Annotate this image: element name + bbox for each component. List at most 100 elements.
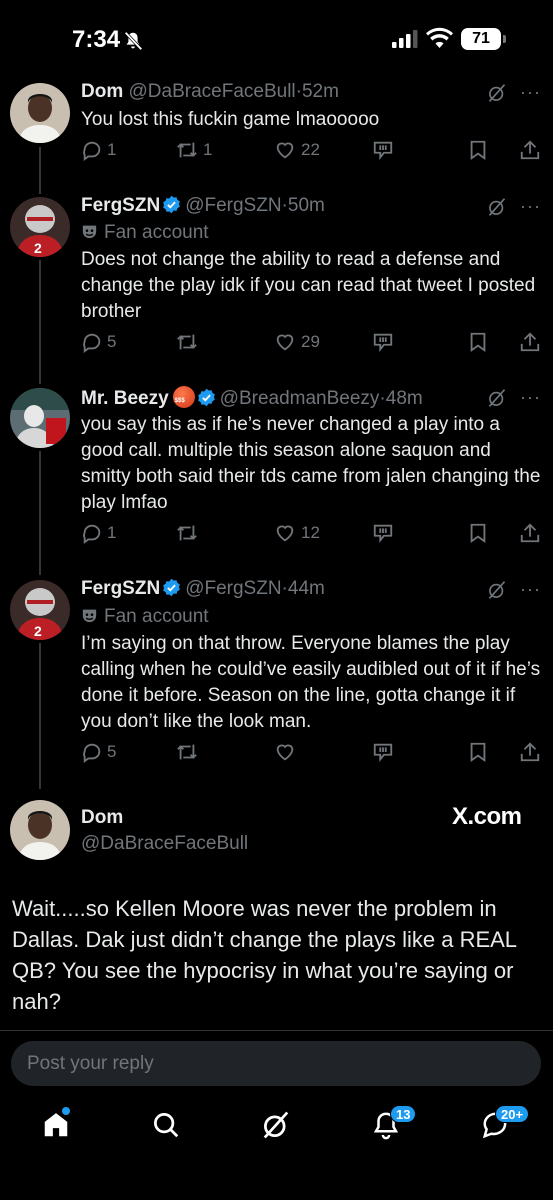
reply-icon	[83, 524, 101, 544]
grok-actions-button[interactable]	[371, 522, 395, 544]
nav-home[interactable]	[41, 1110, 73, 1142]
tweet-text: you say this as if he’s never changed a …	[81, 414, 541, 513]
grok-actions-button[interactable]	[371, 331, 395, 353]
emoji-badge-icon	[172, 386, 195, 408]
thread-line	[39, 451, 41, 575]
avatar[interactable]: 2	[10, 580, 70, 640]
bookmark-button[interactable]	[467, 331, 489, 353]
bookmark-button[interactable]	[467, 741, 489, 763]
reply-button[interactable]: 5	[81, 331, 116, 353]
fan-account-label: Fan account	[81, 606, 209, 628]
reply-icon	[83, 743, 101, 763]
avatar[interactable]: 2	[10, 197, 70, 257]
more-icon[interactable]: ···	[520, 196, 541, 217]
divider	[0, 1030, 553, 1031]
more-icon[interactable]: ···	[520, 579, 541, 600]
bookmark-icon	[470, 742, 486, 763]
tweet-text: Does not change the ability to read a de…	[81, 249, 536, 322]
repost-icon	[177, 142, 197, 158]
share-button[interactable]	[519, 331, 541, 353]
grok-icon[interactable]	[487, 197, 507, 217]
like-button[interactable]	[273, 741, 301, 763]
fan-account-text: Fan account	[104, 222, 209, 243]
more-icon[interactable]: ···	[520, 387, 541, 408]
repost-button[interactable]	[175, 741, 203, 763]
grok-icon[interactable]	[487, 580, 507, 600]
battery-icon: 71	[461, 28, 501, 50]
grok-icon[interactable]	[487, 83, 507, 103]
status-time: 7:34	[72, 26, 121, 53]
repost-count: 1	[203, 140, 213, 159]
grok-actions-button[interactable]	[371, 741, 395, 763]
share-icon	[520, 523, 540, 543]
tweet-time: 50m	[287, 195, 325, 216]
like-button[interactable]: 22	[273, 139, 320, 161]
reply-button[interactable]: 1	[81, 139, 116, 161]
reply-input[interactable]: Post your reply	[11, 1041, 541, 1086]
svg-text:2: 2	[34, 623, 42, 639]
reply-button[interactable]: 1	[81, 522, 116, 544]
main-author-handle[interactable]: @DaBraceFaceBull	[81, 833, 248, 855]
reply-count: 5	[107, 742, 117, 761]
share-icon	[520, 332, 540, 352]
repost-button[interactable]	[175, 522, 203, 544]
grok-actions-icon	[373, 524, 393, 543]
avatar-image: 2	[10, 197, 70, 257]
bookmark-button[interactable]	[467, 522, 489, 544]
tweet-actions: 1 12	[0, 522, 553, 552]
tweet-text: You lost this fuckin game lmaooooo	[81, 109, 380, 130]
grok-icon[interactable]	[487, 388, 507, 408]
tweet-header: FergSZN @FergSZN·44m	[81, 578, 325, 600]
svg-text:2: 2	[34, 240, 42, 256]
battery-nub	[503, 35, 506, 43]
nav-grok[interactable]	[261, 1110, 293, 1142]
author-handle[interactable]: @FergSZN	[185, 195, 281, 216]
wifi-icon	[426, 27, 453, 48]
nav-search[interactable]	[151, 1110, 183, 1142]
bookmark-icon	[470, 523, 486, 544]
repost-button[interactable]: 1	[175, 139, 212, 161]
author-name[interactable]: Mr. Beezy	[81, 388, 169, 409]
bookmark-icon	[470, 140, 486, 161]
notifications-badge: 13	[390, 1105, 417, 1123]
author-name[interactable]: Dom	[81, 81, 123, 102]
like-count: 29	[301, 332, 320, 351]
share-button[interactable]	[519, 139, 541, 161]
grok-actions-icon	[373, 141, 393, 160]
author-handle[interactable]: @BreadmanBeezy	[220, 388, 380, 409]
avatar-image	[10, 800, 70, 860]
fan-account-icon	[82, 225, 97, 239]
author-handle[interactable]: @DaBraceFaceBull	[129, 81, 296, 102]
tweet-actions: 5 29	[0, 331, 553, 361]
avatar-image	[10, 388, 70, 448]
share-button[interactable]	[519, 741, 541, 763]
messages-badge: 20+	[495, 1105, 530, 1123]
reply-placeholder: Post your reply	[27, 1053, 154, 1074]
avatar[interactable]	[10, 83, 70, 143]
thread-line	[39, 260, 41, 384]
reply-icon	[83, 333, 101, 353]
bookmark-button[interactable]	[467, 139, 489, 161]
author-name[interactable]: FergSZN	[81, 195, 160, 216]
verified-icon	[163, 195, 180, 214]
grok-actions-button[interactable]	[371, 139, 395, 161]
reply-count: 1	[107, 523, 117, 542]
like-button[interactable]: 29	[273, 331, 320, 353]
like-button[interactable]: 12	[273, 522, 320, 544]
avatar-image	[10, 83, 70, 143]
author-name[interactable]: FergSZN	[81, 578, 160, 599]
repost-button[interactable]	[175, 331, 203, 353]
reply-button[interactable]: 5	[81, 741, 116, 763]
verified-icon	[197, 388, 215, 407]
verified-icon	[163, 578, 180, 597]
main-author-name[interactable]: Dom	[81, 807, 123, 829]
author-handle[interactable]: @FergSZN	[185, 578, 281, 599]
main-avatar[interactable]	[10, 800, 70, 860]
avatar[interactable]	[10, 388, 70, 448]
share-button[interactable]	[519, 522, 541, 544]
more-icon[interactable]: ···	[520, 82, 541, 103]
tweet-header: FergSZN @FergSZN·50m	[81, 195, 325, 217]
fan-account-icon	[82, 609, 97, 623]
tweet-header: Dom @DaBraceFaceBull·52m	[81, 81, 339, 103]
grok-nav-icon	[263, 1111, 289, 1139]
